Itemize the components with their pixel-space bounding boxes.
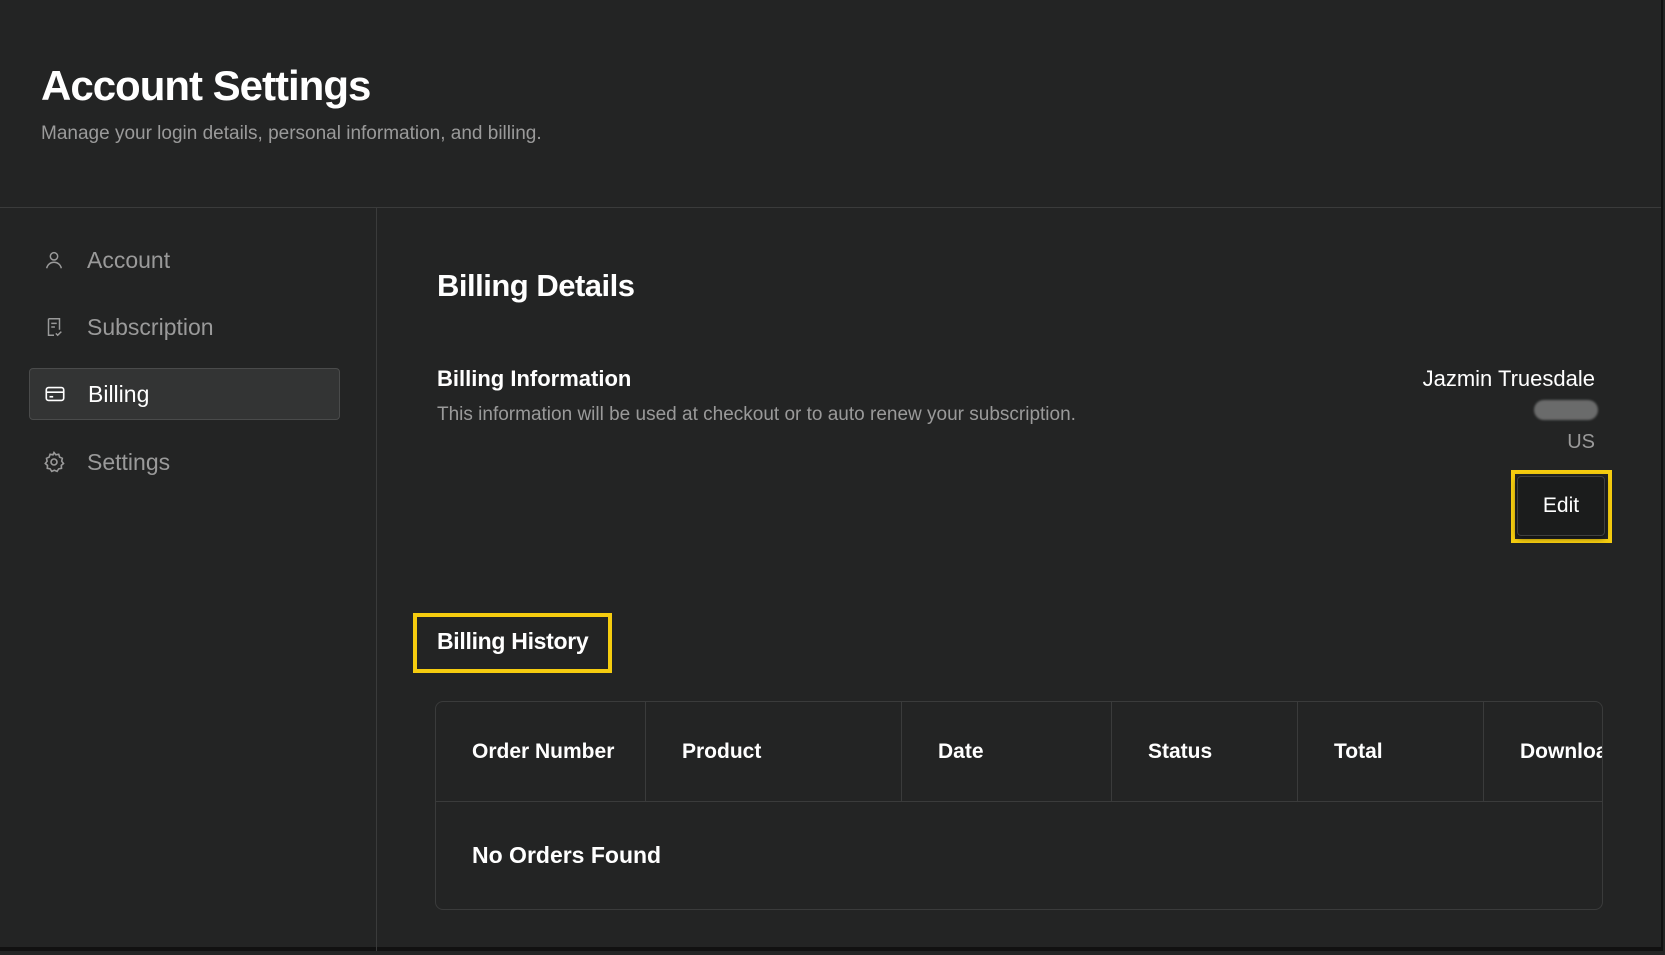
column-header-date: Date [901, 702, 1111, 801]
redacted-address [1534, 400, 1598, 420]
table-header-row: Order Number Product Date Status Total D… [436, 702, 1602, 802]
settings-sidebar: Account Subscription Billing Settings [0, 208, 377, 951]
billing-history-table: Order Number Product Date Status Total D… [435, 701, 1603, 910]
user-icon [42, 248, 66, 272]
sidebar-item-label: Account [87, 246, 171, 273]
gear-icon [42, 450, 66, 474]
column-header-total: Total [1297, 702, 1483, 801]
sidebar-item-billing[interactable]: Billing [29, 368, 340, 420]
page-subtitle: Manage your login details, personal info… [41, 123, 542, 144]
sidebar-item-subscription[interactable]: Subscription [29, 301, 340, 353]
billing-information-title: Billing Information [437, 366, 632, 391]
app-window: Account Settings Manage your login detai… [0, 0, 1663, 951]
sidebar-item-settings[interactable]: Settings [29, 436, 340, 488]
sidebar-item-label: Settings [87, 448, 171, 475]
column-header-product: Product [645, 702, 901, 801]
sidebar-item-label: Billing [88, 380, 150, 407]
billing-country: US [1567, 431, 1595, 453]
page-header: Account Settings Manage your login detai… [0, 0, 1661, 208]
empty-orders-message: No Orders Found [472, 842, 662, 868]
sidebar-item-account[interactable]: Account [29, 234, 340, 286]
sidebar-item-label: Subscription [87, 313, 214, 340]
credit-card-icon [43, 382, 67, 406]
section-title: Billing Details [437, 268, 635, 303]
billing-information-description: This information will be used at checkou… [437, 404, 1076, 425]
column-header-status: Status [1111, 702, 1297, 801]
receipt-icon [42, 315, 66, 339]
billing-panel: Billing Details Billing Information This… [377, 208, 1663, 951]
page-title: Account Settings [41, 62, 371, 109]
edit-billing-button[interactable]: Edit [1517, 476, 1605, 536]
billing-name: Jazmin Truesdale [1422, 366, 1595, 391]
billing-history-title: Billing History [437, 628, 589, 654]
column-header-order-number: Order Number [472, 739, 615, 763]
column-header-download: Download [1483, 702, 1602, 801]
